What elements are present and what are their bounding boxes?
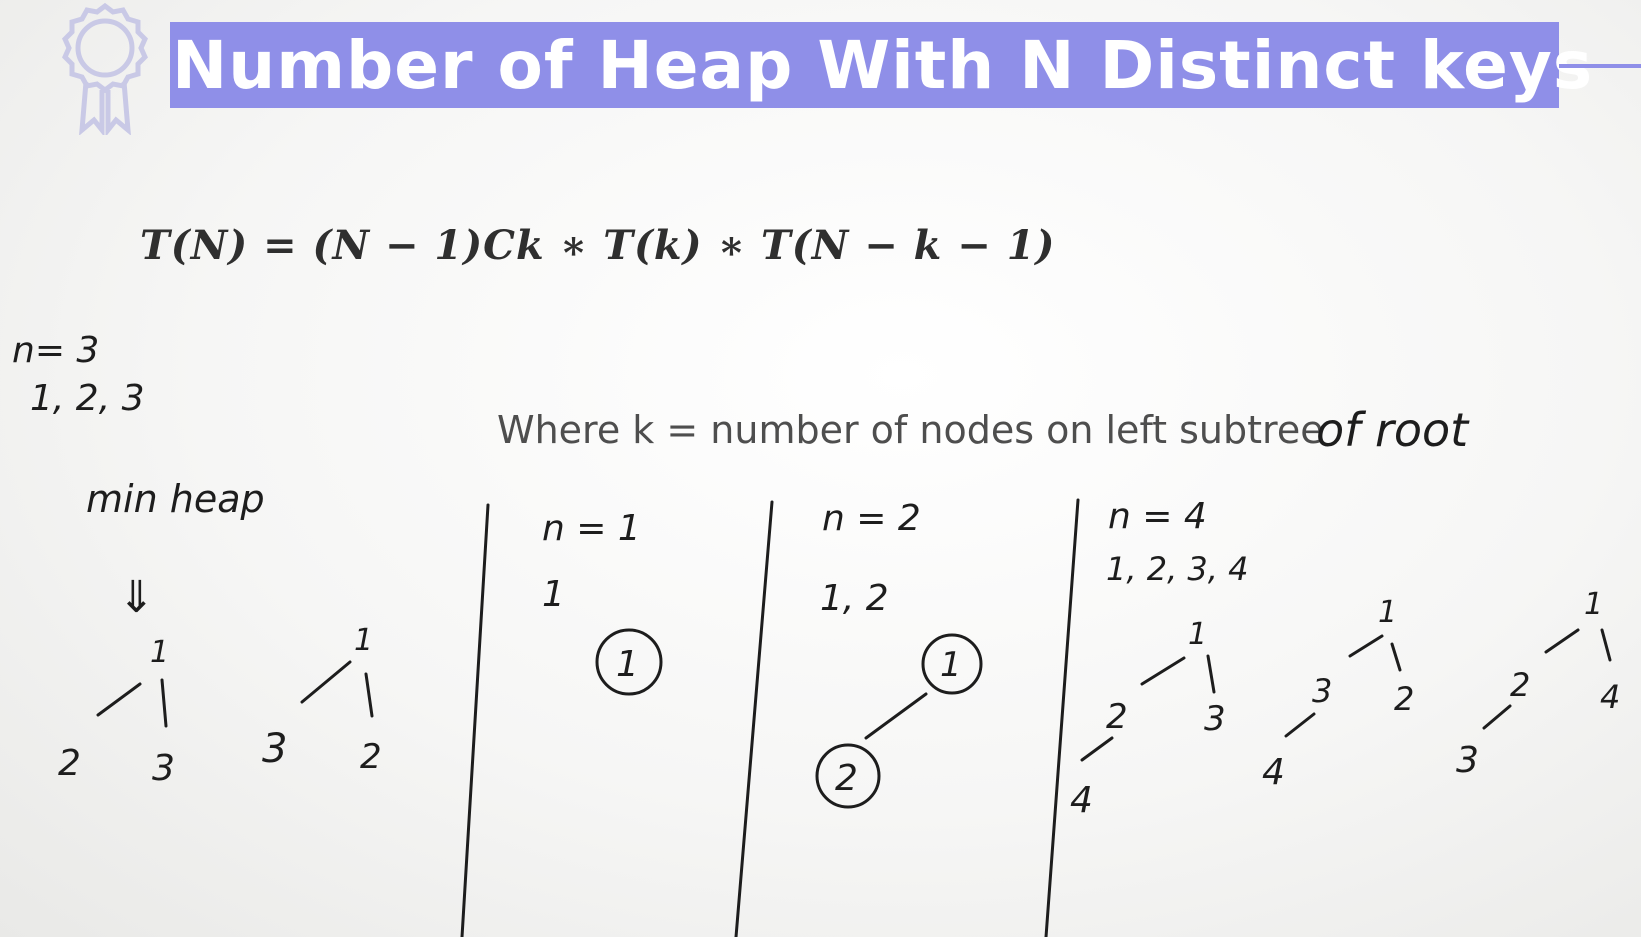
n2-label: n = 2 <box>822 498 921 539</box>
tree-node: 3 <box>1312 672 1332 710</box>
tree-node: 1 <box>150 635 169 670</box>
tree-node: 3 <box>1204 699 1226 739</box>
section-divider <box>460 503 490 937</box>
tree-node: 2 <box>1510 666 1530 704</box>
tree-node: 4 <box>1600 678 1620 716</box>
tree-edge <box>300 660 352 704</box>
tree-node: 1 <box>940 645 962 685</box>
tree-node: 1 <box>1584 587 1603 622</box>
n1-keys: 1 <box>542 574 565 615</box>
tree-node: 2 <box>1106 697 1128 737</box>
tree-edge <box>364 672 374 718</box>
n3-keys: 1, 2, 3 <box>30 378 145 419</box>
tree-edge <box>864 692 928 740</box>
tree-edge <box>1140 656 1186 686</box>
handwritten-annotations: of root n= 3 1, 2, 3 min heap ⇓ 1 2 3 1 … <box>12 330 1620 937</box>
n1-label: n = 1 <box>542 508 641 549</box>
tree-edge <box>1544 628 1580 654</box>
tree-node: 3 <box>1456 740 1479 781</box>
tree-node: 4 <box>1262 752 1285 793</box>
tree-node: 3 <box>152 748 175 789</box>
tree-node: 1 <box>354 623 373 658</box>
tree-edge <box>1390 642 1402 672</box>
section-divider <box>734 500 774 937</box>
tree-edge <box>1600 628 1612 662</box>
tree-edge <box>1348 634 1384 658</box>
section-divider <box>1044 498 1080 937</box>
where-suffix-text: of root <box>1316 403 1470 457</box>
tree-node: 1 <box>1378 595 1397 630</box>
tree-edge <box>1284 712 1316 738</box>
tree-edge <box>1482 704 1512 730</box>
tree-edge <box>1080 736 1114 762</box>
tree-node: 2 <box>1394 680 1414 718</box>
tree-edge <box>96 682 142 717</box>
tree-node: 3 <box>262 726 287 772</box>
tree-node: 1 <box>1188 617 1207 652</box>
tree-node: 4 <box>1070 780 1093 821</box>
down-arrow-icon: ⇓ <box>118 572 155 623</box>
tree-node: 2 <box>360 737 382 777</box>
tree-node: 2 <box>835 758 858 799</box>
tree-node: 2 <box>58 743 81 784</box>
n4-label: n = 4 <box>1108 496 1207 537</box>
tree-node: 1 <box>616 644 639 685</box>
min-heap-label: min heap <box>86 477 265 521</box>
n4-keys: 1, 2, 3, 4 <box>1106 550 1248 588</box>
n3-label: n= 3 <box>12 330 99 371</box>
tree-edge <box>160 678 168 728</box>
n2-keys: 1, 2 <box>820 578 889 619</box>
tree-edge <box>1206 654 1216 694</box>
